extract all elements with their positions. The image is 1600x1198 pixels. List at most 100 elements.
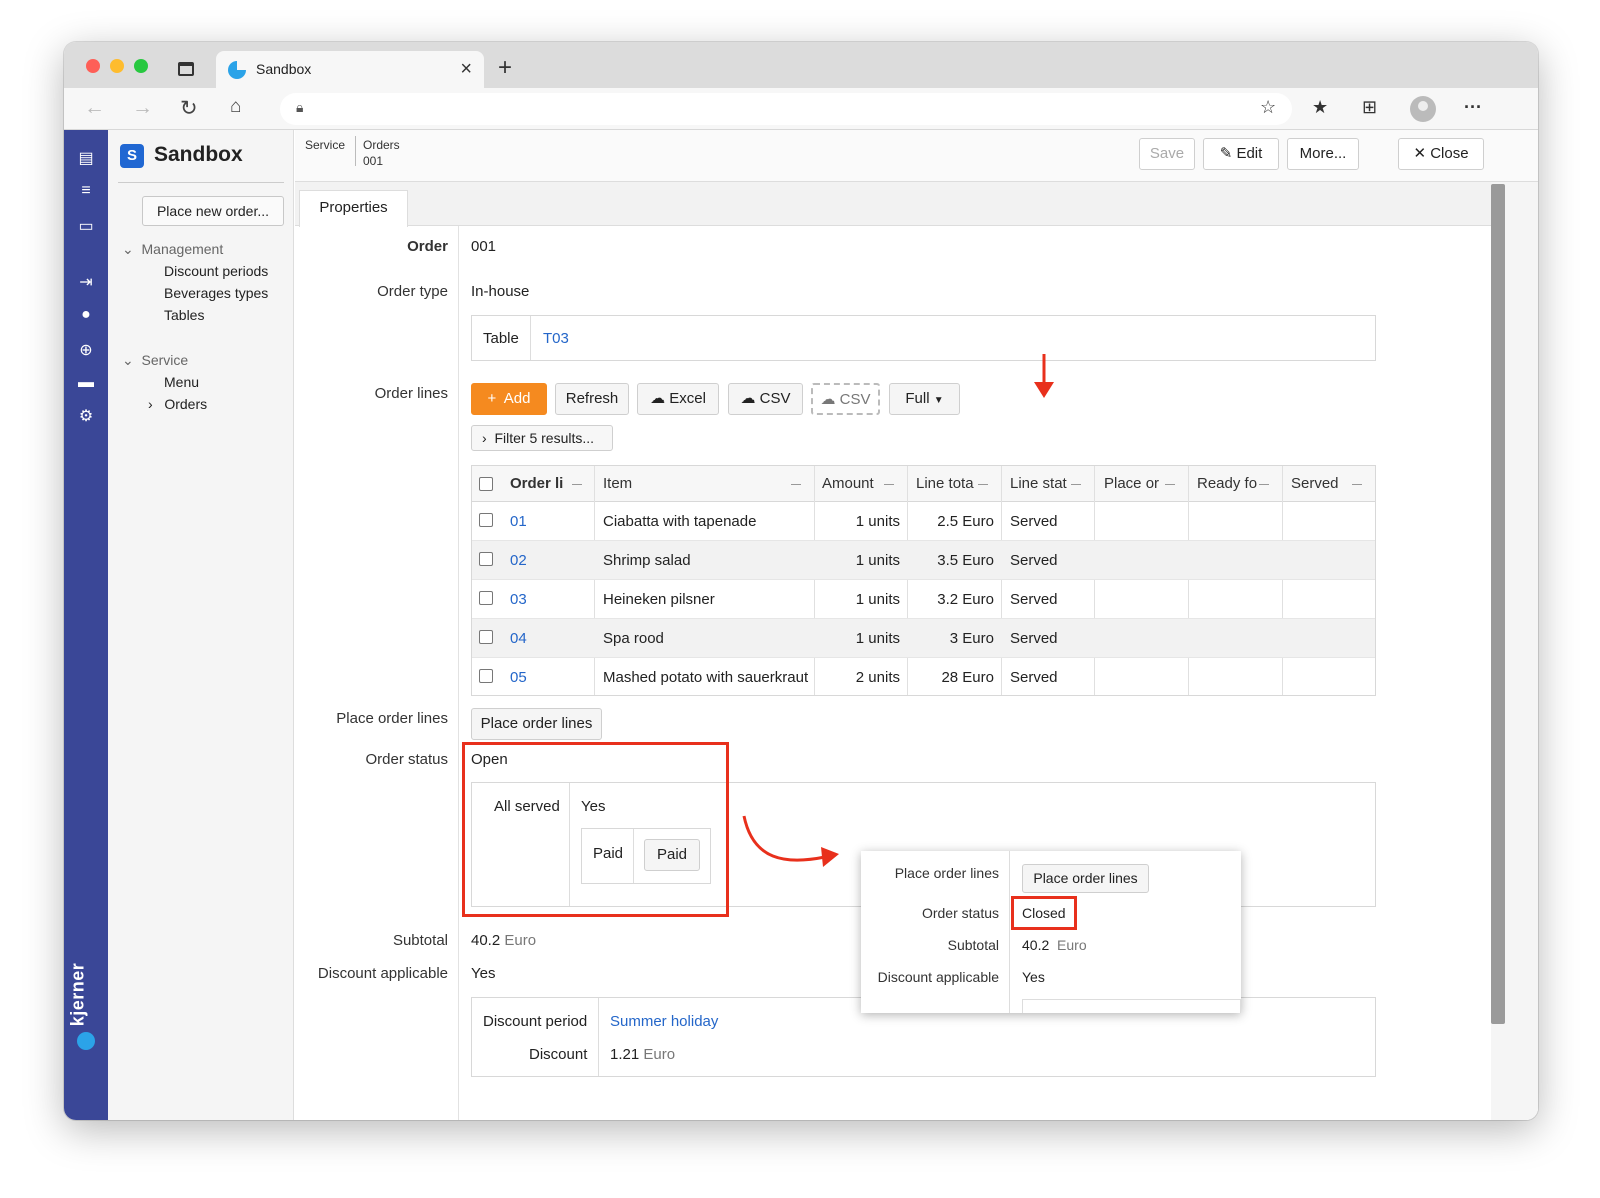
discount-amount: 1.21: [610, 1046, 640, 1063]
column-menu-icon[interactable]: [1071, 484, 1081, 485]
gear-icon[interactable]: ⚙: [64, 406, 108, 426]
discount-period-link[interactable]: Summer holiday: [610, 1013, 718, 1030]
add-favorite-icon[interactable]: ☆: [1260, 97, 1276, 118]
column-menu-icon[interactable]: [1352, 484, 1362, 485]
table-link[interactable]: T03: [543, 330, 569, 347]
column-menu-icon[interactable]: [978, 484, 988, 485]
column-header-item[interactable]: Item: [603, 475, 632, 492]
breadcrumb-orders[interactable]: Orders 001: [363, 137, 400, 169]
new-tab-icon[interactable]: +: [498, 54, 512, 82]
minimize-window-button[interactable]: [110, 59, 124, 73]
row-checkbox[interactable]: [479, 630, 493, 644]
order-line-link[interactable]: 02: [510, 552, 527, 569]
full-dropdown[interactable]: Full ▼: [889, 383, 960, 415]
card-icon[interactable]: ▬: [64, 374, 108, 392]
sidebar-item-beverages-types[interactable]: Beverages types: [164, 285, 268, 301]
url-input[interactable]: 🔒︎: [280, 93, 1292, 125]
close-window-button[interactable]: [86, 59, 100, 73]
column-menu-icon[interactable]: [791, 484, 801, 485]
add-button[interactable]: + Add: [471, 383, 547, 415]
csv-button[interactable]: ☁ CSV: [728, 383, 803, 415]
breadcrumb-service[interactable]: Service: [305, 137, 345, 153]
tab-properties[interactable]: Properties: [299, 190, 408, 227]
profile-avatar[interactable]: [1410, 96, 1436, 122]
sidebar-item-tables[interactable]: Tables: [164, 307, 204, 323]
more-button[interactable]: More...: [1287, 138, 1359, 170]
close-tab-icon[interactable]: ×: [460, 58, 472, 81]
line-total-cell: 3.2 Euro: [937, 591, 994, 608]
column-header-order-line[interactable]: Order li: [510, 475, 563, 492]
column-menu-icon[interactable]: [884, 484, 894, 485]
popup-panel-edge: [1022, 999, 1241, 1013]
sidebar-item-orders[interactable]: › Orders: [148, 396, 207, 412]
order-type-label: Order type: [377, 283, 448, 300]
subtotal-value: 40.2 Euro: [471, 932, 536, 949]
order-line-link[interactable]: 01: [510, 513, 527, 530]
column-header-line-total[interactable]: Line tota: [916, 475, 974, 492]
csv-dashed-button[interactable]: ☁ CSV: [811, 383, 880, 415]
column-header-line-status[interactable]: Line stat: [1010, 475, 1067, 492]
table-row[interactable]: 05 Mashed potato with sauerkraut 2 units…: [472, 658, 1375, 697]
tab-actions-icon[interactable]: [178, 62, 194, 76]
select-all-checkbox[interactable]: [479, 477, 493, 491]
back-icon[interactable]: ←: [84, 96, 105, 120]
table-row[interactable]: 04 Spa rood 1 units 3 Euro Served: [472, 619, 1375, 658]
close-button[interactable]: ✕ Close: [1398, 138, 1484, 170]
document-icon[interactable]: ▤: [64, 148, 108, 168]
table-row[interactable]: 02 Shrimp salad 1 units 3.5 Euro Served: [472, 541, 1375, 580]
sidebar-item-label: Orders: [164, 396, 208, 412]
favorites-icon[interactable]: ★: [1312, 97, 1328, 118]
order-line-link[interactable]: 03: [510, 591, 527, 608]
place-new-order-button[interactable]: Place new order...: [142, 196, 284, 226]
caret-down-icon: ▼: [933, 395, 944, 406]
place-order-lines-button[interactable]: Place order lines: [471, 708, 602, 740]
sidebar-group-service[interactable]: ⌄ Service: [122, 352, 188, 369]
column-header-amount[interactable]: Amount: [822, 475, 874, 492]
order-line-link[interactable]: 04: [510, 630, 527, 647]
refresh-button[interactable]: Refresh: [555, 383, 629, 415]
sidebar-item-discount-periods[interactable]: Discount periods: [164, 263, 268, 279]
scrollbar-thumb[interactable]: [1491, 184, 1505, 1024]
table-row[interactable]: 01 Ciabatta with tapenade 1 units 2.5 Eu…: [472, 502, 1375, 541]
save-button[interactable]: Save: [1139, 138, 1195, 170]
close-label: Close: [1430, 145, 1469, 162]
filter-button[interactable]: › Filter 5 results...: [471, 425, 613, 451]
edit-button[interactable]: ✎ Edit: [1203, 138, 1279, 170]
excel-button[interactable]: ☁ Excel: [637, 383, 719, 415]
lock-icon: 🔒︎: [296, 99, 304, 115]
line-status-cell: Served: [1010, 669, 1058, 686]
list-check-icon[interactable]: ≡: [64, 182, 108, 200]
collections-icon[interactable]: ⊞: [1362, 97, 1377, 118]
forward-icon[interactable]: →: [132, 96, 153, 120]
sidebar-item-menu[interactable]: Menu: [164, 374, 199, 390]
column-header-ready-for[interactable]: Ready fo: [1197, 475, 1257, 492]
popup-place-order-lines-button[interactable]: Place order lines: [1022, 864, 1149, 893]
brand-mark-icon: [77, 1032, 95, 1050]
column-menu-icon[interactable]: [1165, 484, 1175, 485]
column-header-served[interactable]: Served: [1291, 475, 1339, 492]
window-icon[interactable]: ▭: [64, 216, 108, 236]
home-icon[interactable]: ⌂: [230, 96, 241, 118]
order-line-link[interactable]: 05: [510, 669, 527, 686]
popup-subtotal-amount: 40.2: [1022, 937, 1050, 953]
palette-icon[interactable]: ●: [64, 306, 108, 324]
panel-divider: [598, 998, 599, 1076]
table-row[interactable]: 03 Heineken pilsner 1 units 3.2 Euro Ser…: [472, 580, 1375, 619]
label-column-divider: [295, 226, 459, 1120]
globe-icon[interactable]: ⊕: [64, 340, 108, 360]
reload-icon[interactable]: ↻: [180, 96, 198, 121]
maximize-window-button[interactable]: [134, 59, 148, 73]
column-header-place-order[interactable]: Place or: [1104, 475, 1159, 492]
row-checkbox[interactable]: [479, 591, 493, 605]
annotation-arrows: [742, 354, 1054, 867]
sign-in-icon[interactable]: ⇥: [64, 272, 108, 292]
menu-icon[interactable]: ···: [1464, 97, 1482, 118]
row-checkbox[interactable]: [479, 669, 493, 683]
sidebar-group-management[interactable]: ⌄ Management: [122, 241, 223, 258]
column-menu-icon[interactable]: [572, 484, 582, 485]
discount-unit: Euro: [643, 1046, 676, 1063]
browser-tab[interactable]: Sandbox ×: [216, 51, 484, 88]
row-checkbox[interactable]: [479, 552, 493, 566]
row-checkbox[interactable]: [479, 513, 493, 527]
column-menu-icon[interactable]: [1259, 484, 1269, 485]
